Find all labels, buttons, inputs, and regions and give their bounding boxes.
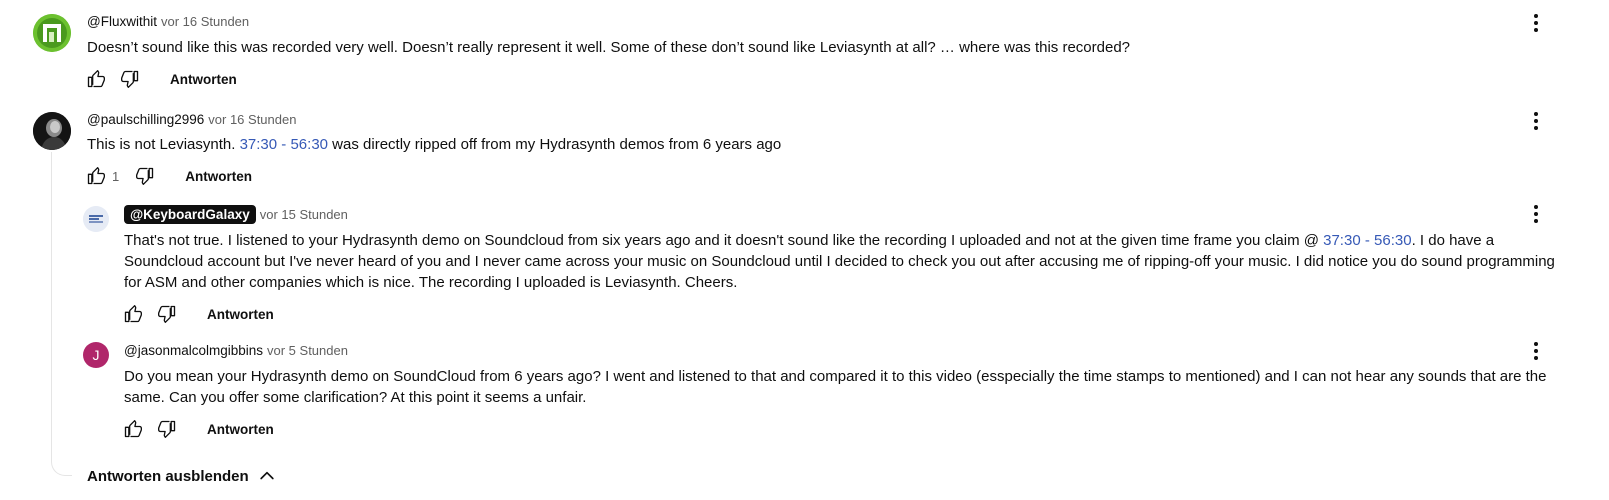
timestamp-link[interactable]: 56:30 <box>1374 232 1412 249</box>
comment-text: Doesn’t sound like this was recorded ver… <box>87 39 1131 56</box>
avatar[interactable] <box>33 14 71 52</box>
fluxwithit-logo-icon <box>33 14 71 52</box>
like-button[interactable] <box>121 302 145 326</box>
comment-author[interactable]: @Fluxwithit <box>87 14 157 29</box>
comment-text-part: This is not Leviasynth. <box>87 136 240 153</box>
comment-text: Do you mean your Hydrasynth demo on Soun… <box>124 368 1547 406</box>
dislike-button[interactable] <box>155 417 179 441</box>
comment-text: That's not true. I listened to your Hydr… <box>124 230 1574 293</box>
comment-actions: Antworten <box>121 417 274 441</box>
comment-header: @Fluxwithit vor 16 Stunden <box>87 13 249 31</box>
hide-replies-button[interactable]: Antworten ausblenden <box>87 466 277 486</box>
comment-text-part: was directly ripped off from my Hydrasyn… <box>328 136 782 153</box>
thread-line-end <box>51 445 72 476</box>
profile-photo-icon <box>33 112 71 150</box>
more-vert-icon <box>1534 14 1538 32</box>
comment-header: @KeyboardGalaxy vor 15 Stunden <box>124 205 348 224</box>
comment-text: This is not Leviasynth. 37:30 - 56:30 wa… <box>87 134 1547 155</box>
timestamp-separator: - <box>277 136 291 153</box>
thumb-up-icon <box>87 167 106 185</box>
comment-author[interactable]: @paulschilling2996 <box>87 112 204 127</box>
reply-button[interactable]: Antworten <box>185 169 252 184</box>
like-button[interactable] <box>84 164 108 188</box>
dislike-button[interactable] <box>133 164 157 188</box>
avatar[interactable]: J <box>83 342 109 368</box>
reply-button[interactable]: Antworten <box>207 422 274 437</box>
reply-button[interactable]: Antworten <box>207 307 274 322</box>
comment-text-part: That's not true. I listened to your Hydr… <box>124 232 1324 249</box>
thumb-up-icon <box>124 305 142 323</box>
like-button[interactable] <box>121 417 145 441</box>
thumb-down-icon <box>158 305 176 323</box>
comment-time[interactable]: vor 15 Stunden <box>260 207 348 222</box>
keyboardgalaxy-logo-icon <box>83 206 109 232</box>
avatar[interactable] <box>33 112 71 150</box>
thumb-up-icon <box>124 420 142 438</box>
comment-actions: Antworten <box>121 302 274 326</box>
thumb-up-icon <box>87 70 106 88</box>
more-vert-icon <box>1534 342 1538 360</box>
comment-author[interactable]: @jasonmalcolmgibbins <box>124 343 263 358</box>
timestamp-link[interactable]: 37:30 <box>1323 232 1361 249</box>
comment-actions: 1 Antworten <box>84 164 252 188</box>
comment-time[interactable]: vor 16 Stunden <box>208 112 296 127</box>
timestamp-link[interactable]: 56:30 <box>290 136 328 153</box>
dislike-button[interactable] <box>155 302 179 326</box>
action-menu-button[interactable] <box>1524 11 1548 35</box>
comment-header: @paulschilling2996 vor 16 Stunden <box>87 111 296 129</box>
like-button[interactable] <box>84 67 108 91</box>
more-vert-icon <box>1534 205 1538 223</box>
chevron-up-icon <box>260 471 274 480</box>
like-count: 1 <box>112 168 120 184</box>
timestamp-separator: - <box>1360 232 1375 249</box>
more-vert-icon <box>1534 112 1538 130</box>
hide-replies-label: Antworten ausblenden <box>87 467 249 485</box>
timestamp-link[interactable]: 37:30 <box>240 136 278 153</box>
comment-header: @jasonmalcolmgibbins vor 5 Stunden <box>124 342 348 360</box>
action-menu-button[interactable] <box>1524 339 1548 363</box>
avatar-letter: J <box>92 347 100 363</box>
thumb-down-icon <box>136 167 154 185</box>
action-menu-button[interactable] <box>1524 202 1548 226</box>
channel-owner-badge[interactable]: @KeyboardGalaxy <box>124 205 256 224</box>
action-menu-button[interactable] <box>1524 109 1548 133</box>
thread-line <box>51 152 52 457</box>
avatar[interactable] <box>83 206 109 232</box>
comment-actions: Antworten <box>84 67 237 91</box>
comment-time[interactable]: vor 5 Stunden <box>267 343 348 358</box>
comment-time[interactable]: vor 16 Stunden <box>161 14 249 29</box>
dislike-button[interactable] <box>118 67 142 91</box>
thumb-down-icon <box>158 420 176 438</box>
thumb-down-icon <box>121 70 139 89</box>
reply-button[interactable]: Antworten <box>170 72 237 87</box>
